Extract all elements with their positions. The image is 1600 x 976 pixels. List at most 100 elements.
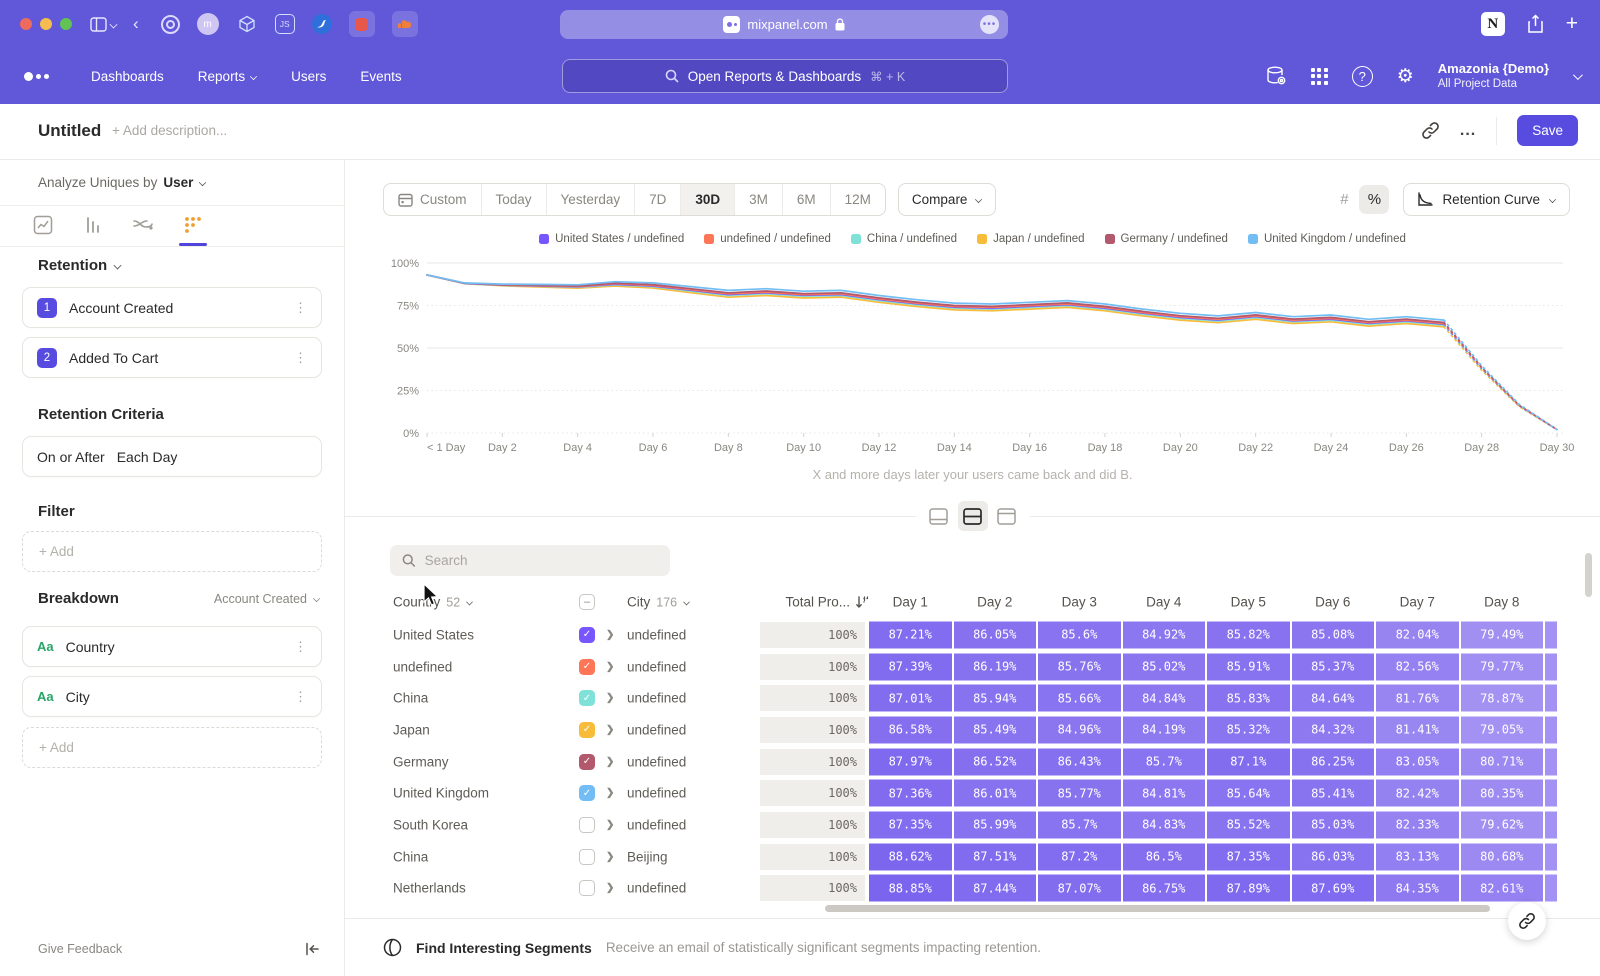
nav-item-reports[interactable]: Reports (198, 69, 257, 84)
tab-retention[interactable] (180, 212, 206, 238)
cell-day-4[interactable]: 86.75% (1123, 875, 1206, 902)
cell-day-5[interactable]: 85.64% (1207, 780, 1290, 807)
column-day-2[interactable]: Day 2 (954, 595, 1037, 610)
cell-day-7[interactable]: 81.41% (1376, 716, 1459, 743)
breakdown-country[interactable]: Aa Country ⋮ (22, 626, 322, 667)
cell-day-5[interactable]: 87.89% (1207, 875, 1290, 902)
chart-only-view-icon[interactable] (924, 501, 954, 531)
cell-day-2[interactable]: 85.99% (954, 811, 1037, 838)
cell-day-8[interactable]: 80.71% (1461, 748, 1544, 775)
row-visibility-checkbox[interactable]: ✓ (579, 659, 595, 675)
sort-descending-icon[interactable] (855, 595, 869, 609)
criteria-each-day-dropdown[interactable]: Each Day (117, 449, 178, 465)
breakdown-city[interactable]: Aa City ⋮ (22, 676, 322, 717)
more-options-button[interactable]: ... (1460, 122, 1476, 140)
date-range-6m[interactable]: 6M (783, 184, 831, 215)
back-button[interactable]: ‹ (133, 14, 139, 34)
column-country[interactable]: Country52 (393, 595, 473, 610)
event-step-1[interactable]: 1 Account Created ⋮ (22, 287, 322, 328)
expand-row-chevron-icon[interactable]: ❯ (606, 724, 614, 735)
collapse-sidebar-icon[interactable] (305, 942, 320, 956)
cell-day-4[interactable]: 84.92% (1123, 621, 1206, 648)
add-description-button[interactable]: + Add description... (112, 123, 227, 138)
column-day-7[interactable]: Day 7 (1376, 595, 1459, 610)
date-range-today[interactable]: Today (482, 184, 547, 215)
cell-day-7[interactable]: 81.76% (1376, 685, 1459, 712)
cell-day-4[interactable]: 86.5% (1123, 843, 1206, 870)
expand-row-chevron-icon[interactable]: ❯ (606, 661, 614, 672)
cell-day-3[interactable]: 85.77% (1038, 780, 1121, 807)
legend-item[interactable]: China / undefined (851, 233, 957, 245)
cell-day-6[interactable]: 85.41% (1292, 780, 1375, 807)
cell-day-7[interactable]: 83.13% (1376, 843, 1459, 870)
cell-day-7[interactable]: 82.33% (1376, 811, 1459, 838)
absolute-numbers-toggle[interactable]: # (1329, 185, 1359, 214)
cell-day-8[interactable]: 79.49% (1461, 621, 1544, 648)
nav-item-dashboards[interactable]: Dashboards (91, 69, 164, 84)
close-window-button[interactable] (20, 18, 32, 30)
onepassword-icon[interactable] (161, 15, 180, 34)
minimize-window-button[interactable] (40, 18, 52, 30)
retention-section-header[interactable]: Retention (38, 257, 121, 274)
address-bar[interactable]: mixpanel.com ••• (560, 10, 1008, 39)
nav-item-events[interactable]: Events (360, 69, 401, 84)
cell-day-7[interactable]: 83.05% (1376, 748, 1459, 775)
cell-day-8[interactable]: 79.77% (1461, 653, 1544, 680)
cell-day-4[interactable]: 84.81% (1123, 780, 1206, 807)
row-visibility-checkbox[interactable] (579, 849, 595, 865)
column-day-3[interactable]: Day 3 (1038, 595, 1121, 610)
date-range-custom[interactable]: Custom (384, 184, 482, 215)
cell-day-4[interactable]: 85.02% (1123, 653, 1206, 680)
row-visibility-checkbox[interactable]: ✓ (579, 690, 595, 706)
cell-day-2[interactable]: 86.19% (954, 653, 1037, 680)
mixpanel-logo-icon[interactable] (24, 72, 49, 81)
give-feedback-link[interactable]: Give Feedback (38, 942, 122, 956)
share-link-fab[interactable] (1508, 902, 1546, 940)
cell-day-2[interactable]: 87.51% (954, 843, 1037, 870)
cell-day-4[interactable]: 84.19% (1123, 716, 1206, 743)
table-search-input[interactable] (425, 553, 658, 568)
apps-grid-icon[interactable] (1311, 68, 1328, 85)
bird-favicon[interactable] (312, 14, 332, 34)
cell-day-7[interactable]: 82.04% (1376, 621, 1459, 648)
row-visibility-checkbox[interactable] (579, 817, 595, 833)
cell-day-2[interactable]: 86.01% (954, 780, 1037, 807)
date-range-3m[interactable]: 3M (735, 184, 783, 215)
cell-day-7[interactable]: 82.56% (1376, 653, 1459, 680)
cell-day-6[interactable]: 85.03% (1292, 811, 1375, 838)
tab-funnels[interactable] (80, 212, 106, 238)
expand-row-chevron-icon[interactable]: ❯ (606, 788, 614, 799)
cell-day-1[interactable]: 87.21% (869, 621, 952, 648)
date-range-7d[interactable]: 7D (635, 184, 681, 215)
global-search-button[interactable]: Open Reports & Dashboards ⌘ + K (562, 59, 1008, 93)
cell-day-5[interactable]: 85.83% (1207, 685, 1290, 712)
cell-day-5[interactable]: 85.52% (1207, 811, 1290, 838)
expand-row-chevron-icon[interactable]: ❯ (606, 756, 614, 767)
column-total-profiles[interactable]: Total Pro... (745, 595, 850, 610)
cell-day-3[interactable]: 87.07% (1038, 875, 1121, 902)
cell-day-6[interactable]: 85.37% (1292, 653, 1375, 680)
cell-day-3[interactable]: 85.6% (1038, 621, 1121, 648)
cell-day-8[interactable]: 79.62% (1461, 811, 1544, 838)
table-only-view-icon[interactable] (992, 501, 1022, 531)
split-view-icon[interactable] (958, 501, 988, 531)
compare-button[interactable]: Compare (898, 183, 997, 216)
cell-day-2[interactable]: 85.94% (954, 685, 1037, 712)
cell-day-1[interactable]: 87.97% (869, 748, 952, 775)
report-title[interactable]: Untitled (38, 121, 101, 141)
cell-day-8[interactable]: 79.05% (1461, 716, 1544, 743)
window-controls[interactable] (20, 18, 72, 30)
cell-day-5[interactable]: 85.82% (1207, 621, 1290, 648)
save-button[interactable]: Save (1517, 115, 1578, 146)
zoom-window-button[interactable] (60, 18, 72, 30)
expand-row-chevron-icon[interactable]: ❯ (606, 851, 614, 862)
cell-day-5[interactable]: 87.1% (1207, 748, 1290, 775)
add-breakdown-button[interactable]: + Add (22, 727, 322, 768)
cell-day-3[interactable]: 85.76% (1038, 653, 1121, 680)
cell-day-1[interactable]: 87.39% (869, 653, 952, 680)
cell-day-1[interactable]: 87.35% (869, 811, 952, 838)
cell-day-4[interactable]: 84.84% (1123, 685, 1206, 712)
cell-day-1[interactable]: 87.36% (869, 780, 952, 807)
cell-day-5[interactable]: 85.32% (1207, 716, 1290, 743)
select-all-checkbox[interactable]: – (579, 594, 595, 610)
